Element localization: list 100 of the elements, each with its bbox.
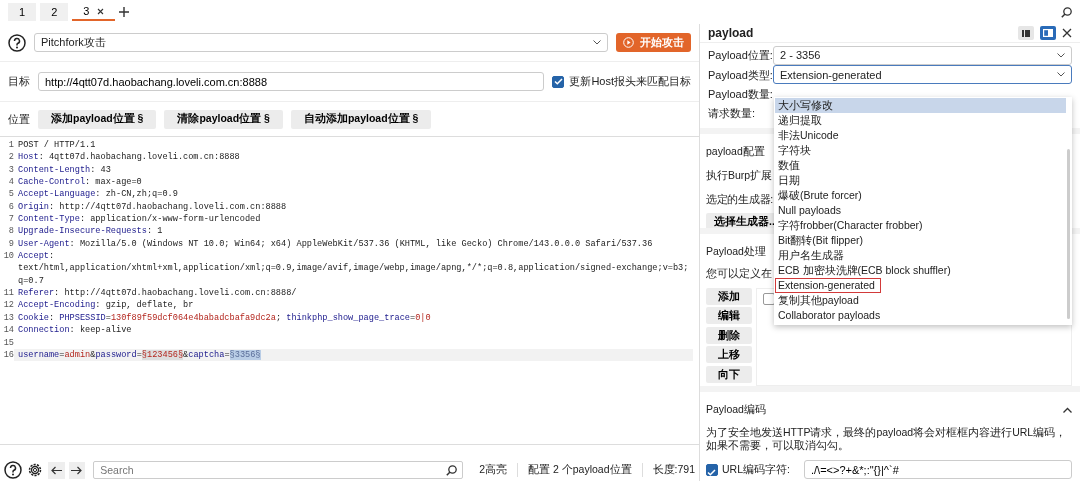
generator-label: 选定的生成器: (706, 191, 773, 207)
select-field[interactable]: Extension-generated (773, 65, 1072, 85)
search-field[interactable]: Search (93, 461, 464, 479)
menu-item[interactable]: 数值 (775, 158, 1066, 173)
search-icon[interactable] (1061, 6, 1072, 18)
code-line: POST / HTTP/1.1 (17, 139, 97, 152)
code-line: Upgrade-Insecure-Requests: 1 (17, 225, 164, 238)
menu-item[interactable]: Collaborator payloads (775, 308, 1066, 323)
arrow-right-icon (71, 465, 83, 475)
status-text: 配置 2 个payload位置 (528, 462, 632, 478)
processing-button[interactable]: 删除 (706, 326, 752, 344)
code-line: Origin: http://4qtt07d.haobachang.loveli.com.cn:8888 (17, 200, 288, 214)
code-line: Accept-Encoding: gzip, deflate, br (17, 299, 195, 312)
back-button[interactable] (48, 461, 65, 479)
menu-item[interactable]: Bit翻转(Bit flipper) (775, 233, 1066, 248)
menu-item[interactable]: 递归提取 (775, 113, 1066, 128)
line-number: 16 (2, 348, 14, 362)
code-line: Accept-Language: zh-CN,zh;q=0.9 (17, 188, 179, 201)
line-number: 7 (7, 213, 14, 226)
menu-item[interactable]: 爆破(Brute forcer) (775, 188, 1066, 203)
scrollbar[interactable] (1067, 149, 1070, 319)
code-line: Cache-Control: max-age=0 (17, 176, 143, 189)
line-number: 2 (7, 151, 14, 164)
line-number: 10 (2, 250, 14, 263)
menu-item[interactable]: 非法Unicode (775, 128, 1066, 143)
menu-item[interactable]: Extension-generated (775, 278, 881, 293)
chevron-up-icon[interactable] (1063, 407, 1072, 414)
close-icon[interactable] (97, 7, 105, 15)
code-line: Connection: keep-alive (17, 324, 133, 337)
line-number: 8 (7, 225, 14, 238)
section-title: Payload编码 (706, 402, 766, 418)
split-layout-icon (1022, 29, 1030, 37)
menu-item[interactable]: 复制其他payload (775, 293, 1066, 308)
target-url-field[interactable]: http://4qtt07d.haobachang.loveli.com.cn:8888 (38, 72, 545, 91)
attack-type-select[interactable]: Pitchfork攻击 (34, 33, 608, 52)
chevron-down-icon (593, 40, 601, 45)
tab[interactable]: 2 (40, 3, 69, 21)
search-icon[interactable] (446, 465, 458, 476)
code-line: Host: 4qtt07d.haobachang.loveli.com.cn:8888 (17, 151, 241, 164)
panel-layout-icon (1043, 29, 1053, 37)
layout-toggle[interactable] (1018, 26, 1034, 40)
position-button[interactable]: 清除payload位置 § (164, 109, 283, 129)
processing-button[interactable]: 添加 (706, 287, 752, 305)
checkbox[interactable] (706, 463, 718, 476)
field-label: Payload位置: (708, 48, 773, 64)
line-number: 5 (7, 188, 14, 201)
code-line: text/html,application/xhtml+xml,application/xml;q=0.9,image/avif,image/webp,image/apng,*/*;q=0.8,application/signed-exchange;v=b3; (17, 262, 690, 275)
panel-title: payload (708, 25, 755, 42)
line-number: 12 (2, 299, 14, 312)
line-number: 9 (7, 237, 14, 251)
field-label: Payload数量: (708, 87, 773, 102)
highlight-count: 2高亮 (479, 462, 508, 478)
code-line: Referer: http://4qtt07d.haobachang.loveli.com.cn:8888/ (17, 287, 298, 300)
code-line: Content-Type: application/x-www-form-urlencoded (17, 213, 262, 226)
code-line: Accept: (17, 250, 56, 263)
chevron-down-icon (1057, 53, 1065, 59)
menu-item[interactable]: 字符块 (775, 143, 1066, 158)
line-number: 6 (7, 200, 14, 214)
line-number: 11 (2, 287, 14, 300)
section-title: payload配置 (706, 144, 765, 160)
line-number: 13 (2, 311, 14, 325)
line-number: 3 (7, 163, 14, 177)
line-number: 15 (2, 336, 14, 349)
select-field[interactable]: 2 - 3356 (773, 46, 1072, 66)
encode-chars-field[interactable]: ./\=<>?+&*;:"{}|^`# (804, 460, 1072, 480)
description-text: 为了安全地发送HTTP请求，最终的payload将会对框框内容进行URL编码，如果不需要，可以取消勾勾。 (706, 426, 1068, 453)
gear-icon[interactable] (26, 461, 44, 479)
field-label: Payload类型: (708, 67, 773, 83)
help-icon[interactable] (8, 33, 26, 52)
line-number: 1 (7, 139, 14, 152)
processing-button[interactable]: 上移 (706, 346, 752, 364)
menu-item[interactable]: ECB 加密块洗牌(ECB block shuffler) (775, 263, 1066, 278)
description-text: 执行Burp扩展 (706, 168, 773, 184)
menu-item[interactable]: 用户名生成器 (775, 248, 1066, 263)
checkbox-label: URL编码字符: (722, 461, 791, 477)
position-button[interactable]: 添加payload位置 § (38, 109, 157, 129)
target-label: 目标 (8, 74, 30, 90)
help-icon[interactable] (4, 461, 22, 479)
code-line: q=0.7 (17, 274, 45, 288)
processing-button[interactable]: 编辑 (706, 307, 752, 325)
section-title: Payload处理 (706, 244, 766, 260)
close-icon[interactable] (1062, 28, 1072, 38)
menu-item[interactable]: 大小写修改 (775, 98, 1066, 113)
line-number: 4 (7, 176, 14, 189)
position-button[interactable]: 自动添加payload位置 § (290, 109, 432, 129)
code-line: Content-Length: 43 (17, 163, 112, 177)
code-line: Cookie: PHPSESSID=130f89f59dcf064e4babadcbafa9dc2a; thinkphp_show_page_trace=0|0 (17, 311, 432, 325)
forward-button[interactable] (68, 461, 86, 479)
tab[interactable]: 1 (8, 3, 37, 21)
description-text: 您可以定义在 (706, 266, 772, 282)
code-line: User-Agent: Mozilla/5.0 (Windows NT 10.0; Win64; x64) AppleWebKit/537.36 (KHTML, like Gecko) Chrome/143.0.0.0 Safari/537.36 (17, 237, 654, 251)
line-number: 14 (2, 324, 14, 337)
field-label: 请求数量: (708, 106, 757, 122)
add-icon[interactable] (119, 7, 130, 17)
checkbox[interactable] (552, 75, 565, 88)
chevron-down-icon (1057, 72, 1065, 78)
layout-toggle[interactable] (1040, 26, 1056, 40)
menu-item[interactable]: 日期 (775, 173, 1066, 188)
processing-button[interactable]: 向下 (706, 365, 752, 383)
length-text: 长度:791 (652, 462, 695, 478)
